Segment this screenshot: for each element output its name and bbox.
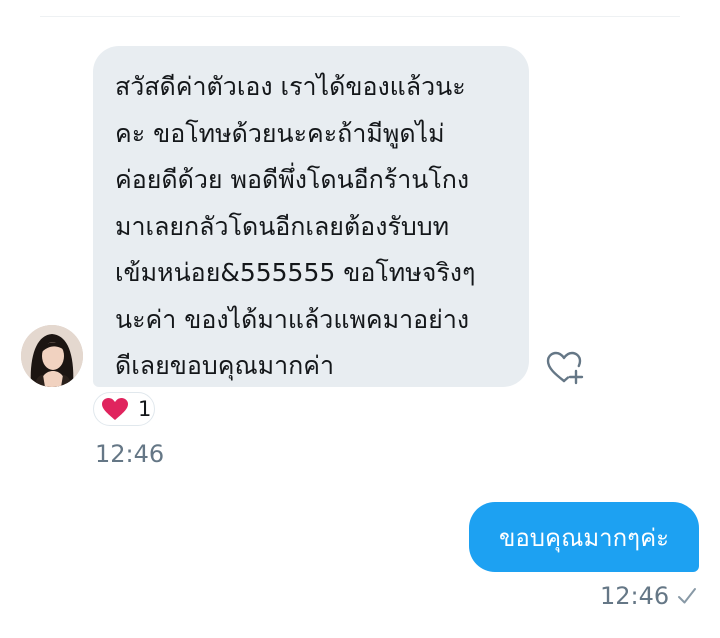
checkmark-icon [678,588,696,604]
heart-icon [102,398,128,420]
avatar[interactable] [21,325,83,387]
reaction-badge[interactable]: 1 [93,392,155,426]
outgoing-timestamp: 12:46 [600,582,670,610]
add-reaction-icon[interactable] [545,350,587,386]
top-divider [40,16,680,17]
incoming-message-bubble[interactable]: สวัสดีค่าตัวเอง เราได้ของแล้วนะ คะ ขอโทษ… [93,46,529,387]
incoming-timestamp: 12:46 [95,440,165,468]
reaction-count: 1 [138,397,152,421]
outgoing-message-bubble[interactable]: ขอบคุณมากๆค่ะ [469,502,699,572]
